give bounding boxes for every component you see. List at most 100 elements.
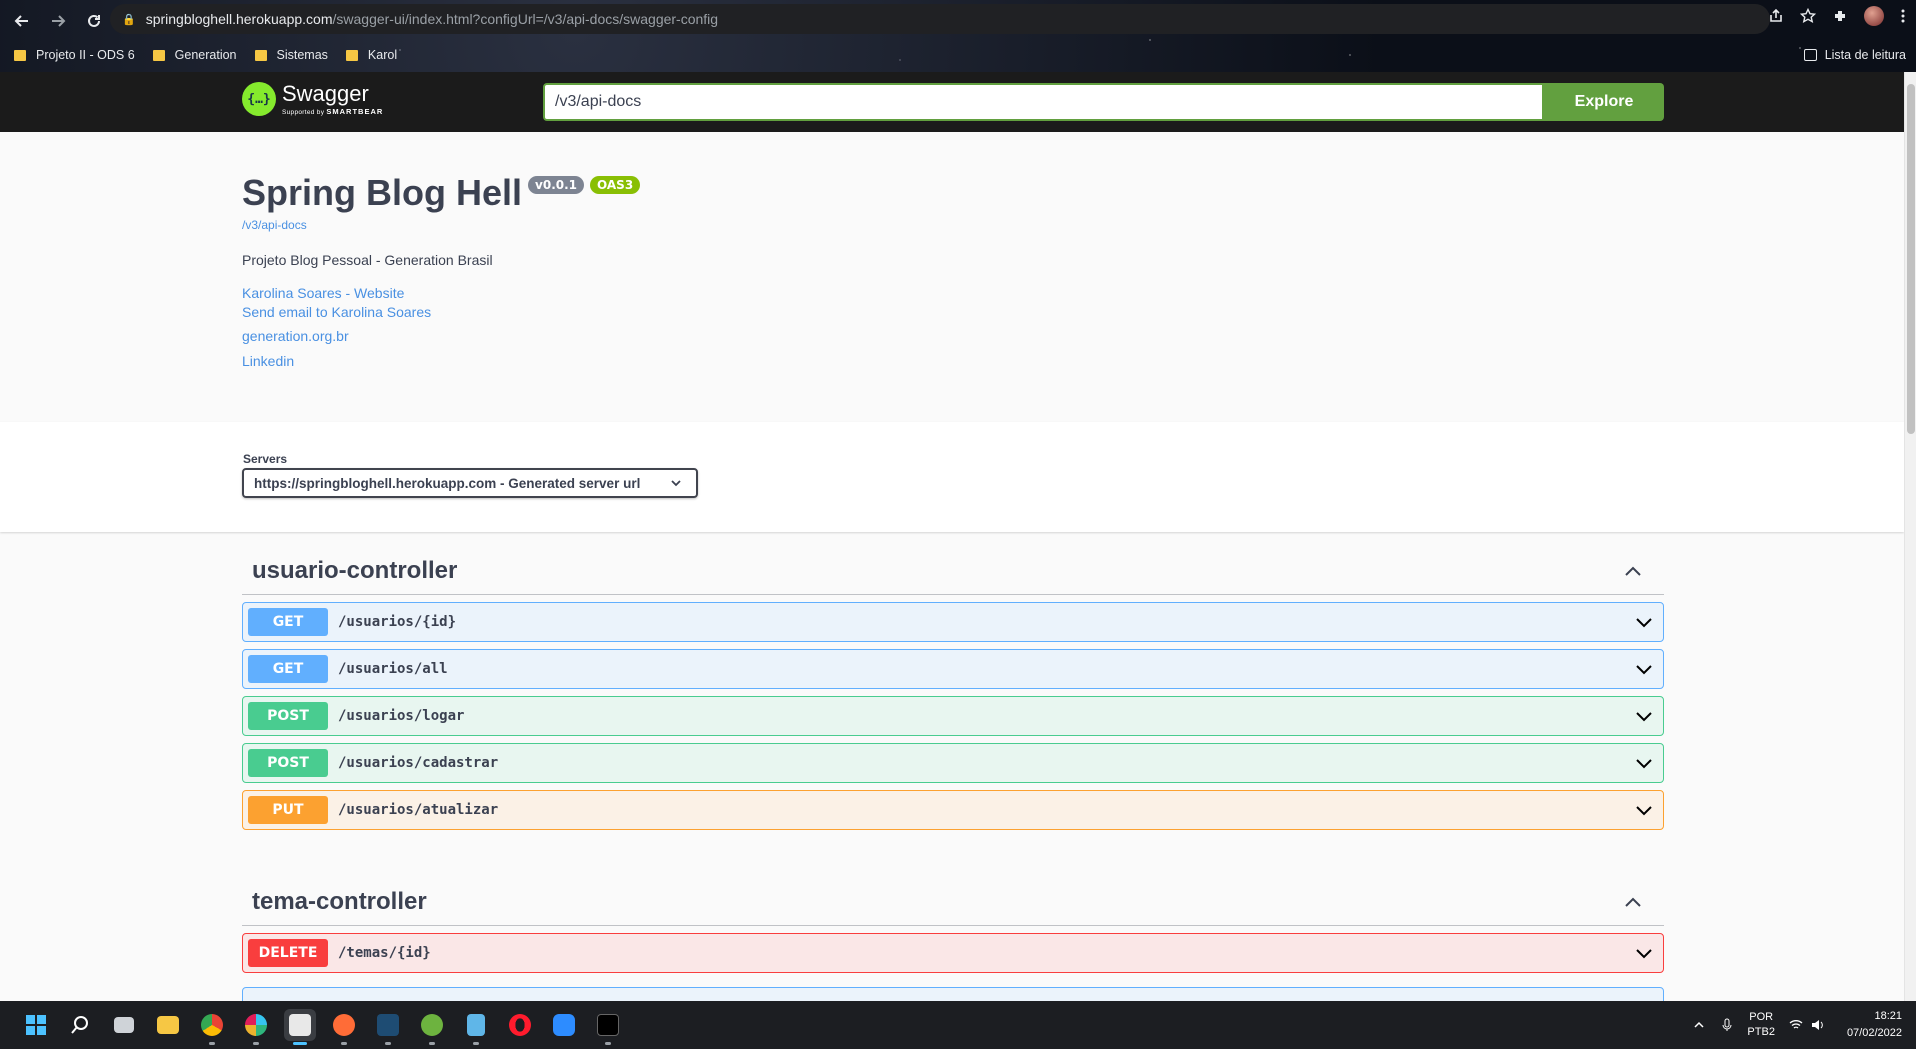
extensions-icon[interactable]	[1832, 8, 1848, 24]
operation-post-cadastrar[interactable]: POST /usuarios/cadastrar	[242, 743, 1664, 783]
chevron-up-icon[interactable]	[1693, 1019, 1705, 1031]
terminal-button[interactable]	[592, 1009, 624, 1045]
email-link[interactable]: Send email to Karolina Soares	[242, 304, 640, 320]
running-indicator	[605, 1042, 611, 1045]
url-host: springbloghell.herokuapp.com	[145, 11, 333, 27]
wifi-icon[interactable]	[1789, 1019, 1803, 1031]
tag-header[interactable]: tema-controller	[242, 878, 1664, 926]
notepad-button[interactable]	[460, 1009, 492, 1045]
chevron-down-icon	[1636, 712, 1652, 722]
reading-list-label: Lista de leitura	[1824, 48, 1906, 62]
slack-button[interactable]	[240, 1009, 272, 1045]
operation-put-atualizar[interactable]: PUT /usuarios/atualizar	[242, 790, 1664, 830]
task-view-button[interactable]	[108, 1009, 140, 1041]
tag-header[interactable]: usuario-controller	[242, 547, 1664, 595]
swagger-logo[interactable]: {…} Swagger Supported by SMARTBEAR	[242, 82, 383, 116]
servers-section: Servers https://springbloghell.herokuapp…	[0, 422, 1904, 532]
running-indicator	[253, 1042, 259, 1045]
zoom-button[interactable]	[548, 1009, 580, 1041]
bookmark-folder[interactable]: Karol	[345, 48, 398, 62]
servers-selected-value: https://springbloghell.herokuapp.com - G…	[254, 475, 641, 491]
back-button[interactable]	[8, 7, 36, 35]
terminal-icon	[597, 1014, 619, 1036]
scrollbar-thumb[interactable]	[1907, 84, 1915, 434]
chevron-up-icon	[1625, 566, 1641, 576]
share-icon[interactable]	[1768, 8, 1784, 24]
chevron-up-icon	[1625, 897, 1641, 907]
operation-path: /usuarios/cadastrar	[338, 755, 499, 771]
reload-button[interactable]	[80, 7, 108, 35]
clock[interactable]: 18:21 07/02/2022	[1847, 1008, 1902, 1042]
input-language[interactable]: POR PTB2	[1747, 1010, 1775, 1040]
mysql-button[interactable]	[372, 1009, 404, 1045]
page-scrollbar[interactable]	[1904, 72, 1916, 1012]
bookmark-label: Karol	[367, 48, 398, 62]
reload-icon	[88, 14, 100, 27]
bookmark-label: Sistemas	[276, 48, 328, 62]
api-spec-link[interactable]: /v3/api-docs	[242, 218, 640, 232]
chrome-button[interactable]	[196, 1009, 228, 1045]
running-indicator	[209, 1042, 215, 1045]
tag-section-usuario: usuario-controller GET /usuarios/{id} GE…	[242, 547, 1664, 830]
operation-post-logar[interactable]: POST /usuarios/logar	[242, 696, 1664, 736]
chevron-down-icon	[1636, 759, 1652, 769]
linkedin-link[interactable]: Linkedin	[242, 353, 640, 369]
bookmark-label: Generation	[174, 48, 237, 62]
start-button[interactable]	[20, 1009, 52, 1041]
snipping-tool-button[interactable]	[284, 1009, 316, 1045]
bookmark-folder[interactable]: Sistemas	[254, 48, 328, 62]
browser-chrome: 🔒 springbloghell.herokuapp.com/swagger-u…	[0, 0, 1916, 72]
swagger-logo-icon: {…}	[242, 82, 276, 116]
chevron-down-icon	[1636, 806, 1652, 816]
servers-label: Servers	[243, 452, 288, 466]
search-button[interactable]	[64, 1009, 96, 1041]
operation-get-usuario-id[interactable]: GET /usuarios/{id}	[242, 602, 1664, 642]
mysql-icon	[377, 1014, 399, 1036]
version-badge: v0.0.1	[528, 176, 585, 194]
swagger-topbar: {…} Swagger Supported by SMARTBEAR /v3/a…	[0, 72, 1904, 132]
system-tray: POR PTB2 18:21 07/02/2022	[1693, 1001, 1902, 1049]
star-icon[interactable]	[1800, 8, 1816, 24]
bookmark-folder[interactable]: Generation	[152, 48, 237, 62]
running-indicator	[385, 1042, 391, 1045]
logo-subtitle: Supported by SMARTBEAR	[282, 106, 384, 116]
postman-button[interactable]	[328, 1009, 360, 1045]
oas-badge: OAS3	[590, 176, 641, 194]
profile-avatar[interactable]	[1864, 6, 1884, 26]
spec-url-input[interactable]: /v3/api-docs	[543, 83, 1544, 121]
arrow-left-icon	[14, 15, 28, 27]
notepad-icon	[467, 1014, 485, 1036]
file-explorer-button[interactable]	[152, 1009, 184, 1041]
operation-path: /temas/{id}	[338, 945, 431, 961]
running-indicator	[473, 1042, 479, 1045]
menu-dots-icon[interactable]	[1900, 8, 1906, 24]
explore-button[interactable]: Explore	[1544, 83, 1664, 121]
logo-title: Swagger	[282, 80, 369, 106]
method-badge: DELETE	[248, 939, 328, 967]
website-link[interactable]: Karolina Soares - Website	[242, 285, 640, 301]
chrome-icon	[201, 1014, 223, 1036]
generation-link[interactable]: generation.org.br	[242, 328, 640, 344]
microphone-icon[interactable]	[1721, 1018, 1733, 1032]
tag-section-tema: tema-controller DELETE /temas/{id}	[242, 878, 1664, 1012]
chevron-down-icon	[1636, 618, 1652, 628]
task-view-icon	[114, 1017, 134, 1033]
operation-get-usuarios-all[interactable]: GET /usuarios/all	[242, 649, 1664, 689]
folder-icon	[157, 1016, 179, 1034]
snipping-tool-icon	[289, 1014, 311, 1036]
api-info: Spring Blog Hell v0.0.1 OAS3 /v3/api-doc…	[242, 172, 641, 369]
spring-tools-button[interactable]	[416, 1009, 448, 1045]
address-bar[interactable]: 🔒 springbloghell.herokuapp.com/swagger-u…	[110, 4, 1770, 34]
method-badge: GET	[248, 655, 328, 683]
bookmark-folder[interactable]: Projeto II - ODS 6	[14, 48, 135, 62]
reading-list-button[interactable]: Lista de leitura	[1803, 40, 1906, 70]
page-viewport: {…} Swagger Supported by SMARTBEAR /v3/a…	[0, 72, 1916, 1012]
servers-select[interactable]: https://springbloghell.herokuapp.com - G…	[242, 468, 698, 498]
forward-button[interactable]	[44, 7, 72, 35]
volume-icon[interactable]	[1811, 1019, 1825, 1031]
method-badge: PUT	[248, 796, 328, 824]
operation-delete-tema-id[interactable]: DELETE /temas/{id}	[242, 933, 1664, 973]
method-badge: POST	[248, 702, 328, 730]
opera-button[interactable]	[504, 1009, 536, 1041]
os-taskbar: POR PTB2 18:21 07/02/2022	[0, 1001, 1916, 1049]
